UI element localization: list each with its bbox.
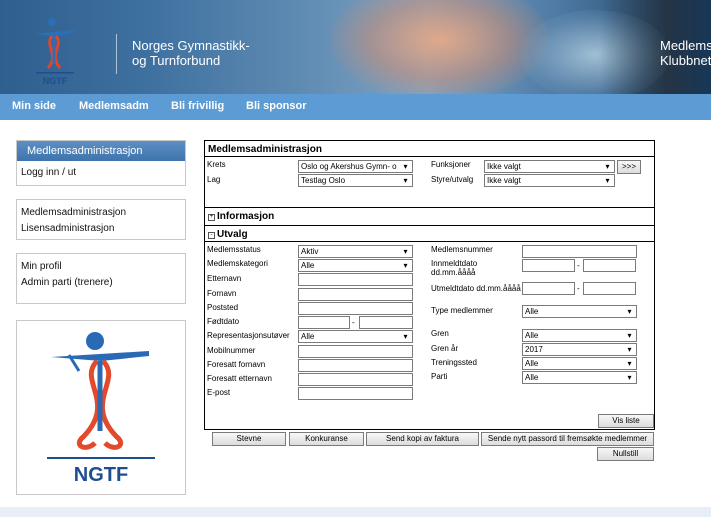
mobil-label: Mobilnummer xyxy=(207,346,256,355)
sidebar-item-medlemsadministrasjon[interactable]: Medlemsadministrasjon xyxy=(17,205,185,221)
type-medlemmer-select[interactable]: Alle ▾ xyxy=(522,305,637,318)
innmeldt-from-input[interactable] xyxy=(522,259,575,272)
svg-text:NGTF: NGTF xyxy=(43,76,68,86)
sidebar-item-logg-inn[interactable]: Logg inn / ut xyxy=(17,165,185,181)
treningssted-select[interactable]: Alle ▾ xyxy=(522,357,637,370)
styre-label: Styre/utvalg xyxy=(431,175,474,184)
parti-label: Parti xyxy=(431,372,448,381)
sidebar-item-min-profil[interactable]: Min profil xyxy=(17,259,185,275)
utmeldt-to-input[interactable] xyxy=(583,282,636,295)
lag-select[interactable]: Testlag Oslo ▾ xyxy=(298,174,413,187)
chevron-down-icon: ▾ xyxy=(627,359,632,368)
epost-label: E-post xyxy=(207,388,231,397)
medlemskategori-select[interactable]: Alle ▾ xyxy=(298,259,413,272)
epost-input[interactable] xyxy=(298,387,413,400)
representasjon-label: Representasjonsutøver xyxy=(207,331,290,340)
ngtf-emblem-icon: NGTF xyxy=(47,332,155,486)
nav-min-side[interactable]: Min side xyxy=(12,100,56,112)
gren-select[interactable]: Alle ▾ xyxy=(522,329,637,342)
funksjoner-select[interactable]: Ikke valgt ▾ xyxy=(484,160,615,173)
chevron-down-icon: ▾ xyxy=(627,331,632,340)
nav-bli-frivillig[interactable]: Bli frivillig xyxy=(171,100,224,112)
medlemskategori-label: Medlemskategori xyxy=(207,259,268,268)
chevron-down-icon: ▾ xyxy=(605,176,610,185)
styre-select[interactable]: Ikke valgt ▾ xyxy=(484,174,615,187)
main-nav: Min side Medlemsadm Bli frivillig Bli sp… xyxy=(0,94,711,120)
chevron-down-icon: ▾ xyxy=(627,373,632,382)
go-button[interactable]: >>> xyxy=(617,160,641,174)
chevron-down-icon: ▾ xyxy=(403,261,408,270)
medlemsstatus-select[interactable]: Aktiv ▾ xyxy=(298,245,413,258)
etternavn-label: Etternavn xyxy=(207,274,242,283)
etternavn-input[interactable] xyxy=(298,273,413,286)
ngtf-big-logo: NGTF xyxy=(16,320,186,495)
representasjon-select[interactable]: Alle ▾ xyxy=(298,330,413,343)
send-kopi-button[interactable]: Send kopi av faktura xyxy=(366,432,479,446)
konkuranse-button[interactable]: Konkuranse xyxy=(289,432,364,446)
parti-select[interactable]: Alle ▾ xyxy=(522,371,637,384)
footer-strip xyxy=(0,507,711,517)
sidebar-box-admin: Medlemsadministrasjon Logg inn / ut xyxy=(16,140,186,186)
foresatt-etternavn-input[interactable] xyxy=(298,373,413,386)
utmeldt-label: Utmeldtdato dd.mm.åååå xyxy=(431,284,521,293)
nav-medlemsadm[interactable]: Medlemsadm xyxy=(79,100,149,112)
gren-ar-label: Gren år xyxy=(431,344,459,353)
krets-label: Krets xyxy=(207,160,226,169)
innmeldt-to-input[interactable] xyxy=(583,259,636,272)
sidebar-item-lisensadministrasjon[interactable]: Lisensadministrasjon xyxy=(17,221,185,237)
treningssted-label: Treningssted xyxy=(431,358,477,367)
poststed-label: Poststed xyxy=(207,303,239,312)
header-banner: NGTF Norges Gymnastikk- og Turnforbund M… xyxy=(0,0,711,94)
fodtdato-from-input[interactable] xyxy=(298,316,350,329)
chevron-down-icon: ▾ xyxy=(627,345,632,354)
type-medlemmer-label: Type medlemmer xyxy=(431,306,493,315)
vis-liste-button[interactable]: Vis liste xyxy=(598,414,654,428)
medlemsnummer-input[interactable] xyxy=(522,245,637,258)
gren-label: Gren xyxy=(431,329,449,338)
gren-ar-select[interactable]: 2017 ▾ xyxy=(522,343,637,356)
send-passord-button[interactable]: Sende nytt passord til fremsøkte medlemm… xyxy=(481,432,654,446)
lag-label: Lag xyxy=(207,175,221,184)
expand-icon: + xyxy=(208,214,215,221)
fodtdato-to-input[interactable] xyxy=(359,316,413,329)
fodtdato-label: Fødtdato xyxy=(207,317,240,326)
sidebar-item-admin-parti[interactable]: Admin parti (trenere) xyxy=(17,275,185,291)
chevron-down-icon: ▾ xyxy=(403,332,408,341)
panel-title: Medlemsadministrasjon xyxy=(208,144,322,155)
chevron-down-icon: ▾ xyxy=(403,247,408,256)
foresatt-fornavn-label: Foresatt fornavn xyxy=(207,360,266,369)
poststed-input[interactable] xyxy=(298,302,413,315)
nullstill-button[interactable]: Nullstill xyxy=(597,447,654,461)
sidebar-box-profile: Min profil Admin parti (trenere) xyxy=(16,253,186,304)
foresatt-etternavn-label: Foresatt etternavn xyxy=(207,374,272,383)
chevron-down-icon: ▾ xyxy=(627,307,632,316)
chevron-down-icon: ▾ xyxy=(605,162,610,171)
ngtf-logo[interactable]: NGTF xyxy=(30,14,80,88)
informasjon-toggle[interactable]: + Informasjon xyxy=(205,211,654,222)
stevne-button[interactable]: Stevne xyxy=(212,432,286,446)
foresatt-fornavn-input[interactable] xyxy=(298,359,413,372)
fornavn-input[interactable] xyxy=(298,288,413,301)
fornavn-label: Fornavn xyxy=(207,289,237,298)
nav-bli-sponsor[interactable]: Bli sponsor xyxy=(246,100,307,112)
portal-title: Medlems Klubbnet xyxy=(660,38,711,68)
search-panel: Medlemsadministrasjon Krets Oslo og Aker… xyxy=(204,140,655,430)
sidebar-heading: Medlemsadministrasjon xyxy=(17,141,185,161)
innmeldt-label: Innmeldtdato dd.mm.åååå xyxy=(431,259,478,277)
sidebar-box-links: Medlemsadministrasjon Lisensadministrasj… xyxy=(16,199,186,240)
medlemsstatus-label: Medlemsstatus xyxy=(207,245,261,254)
krets-select[interactable]: Oslo og Akershus Gymn- o ▾ xyxy=(298,160,413,173)
funksjoner-label: Funksjoner xyxy=(431,160,471,169)
chevron-down-icon: ▾ xyxy=(403,162,408,171)
svg-text:NGTF: NGTF xyxy=(74,464,128,486)
utmeldt-from-input[interactable] xyxy=(522,282,575,295)
chevron-down-icon: ▾ xyxy=(403,176,408,185)
organization-name: Norges Gymnastikk- og Turnforbund xyxy=(132,38,250,68)
medlemsnummer-label: Medlemsnummer xyxy=(431,245,493,254)
collapse-icon: - xyxy=(208,232,215,239)
mobil-input[interactable] xyxy=(298,345,413,358)
utvalg-toggle[interactable]: - Utvalg xyxy=(205,229,654,240)
